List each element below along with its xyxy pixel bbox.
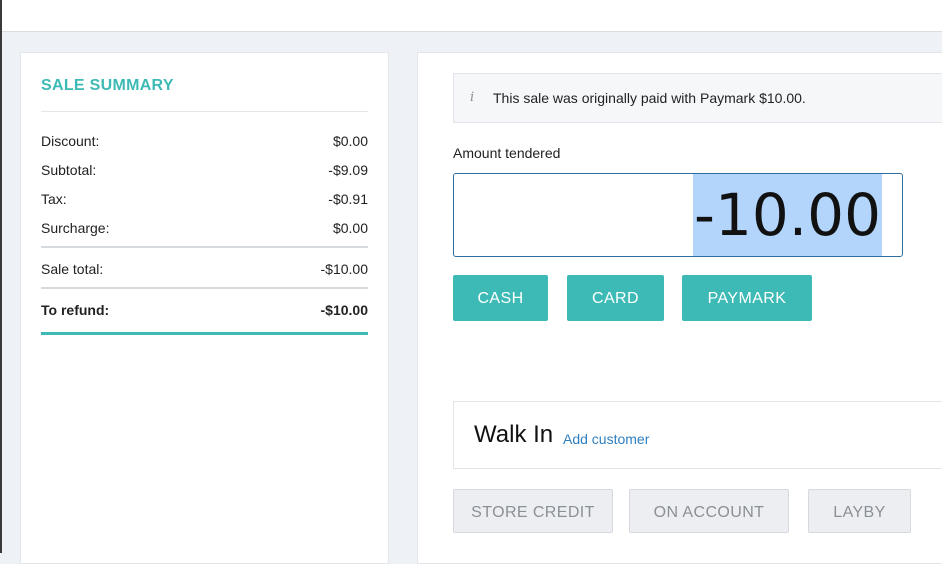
sale-summary-panel: SALE SUMMARY Discount: $0.00 Subtotal: -… (20, 52, 389, 564)
cash-button[interactable]: CASH (453, 275, 548, 321)
sale-total-label: Sale total: (41, 261, 104, 277)
customer-name: Walk In (474, 421, 554, 448)
info-text: This sale was originally paid with Payma… (493, 90, 806, 106)
to-refund-label: To refund: (41, 302, 110, 318)
summary-divider (41, 111, 368, 112)
store-credit-button[interactable]: STORE CREDIT (453, 489, 613, 533)
add-customer-link[interactable]: Add customer (563, 431, 649, 447)
summary-row-sale-total: Sale total: -$10.00 (41, 261, 368, 281)
summary-row-value: -$0.91 (328, 191, 368, 207)
info-banner: i This sale was originally paid with Pay… (453, 73, 942, 123)
sale-total-value: -$10.00 (320, 261, 368, 277)
window-edge (0, 0, 2, 553)
summary-row-value: $0.00 (332, 133, 368, 149)
summary-row-surcharge: Surcharge: $0.00 (41, 220, 368, 240)
summary-row-discount: Discount: $0.00 (41, 133, 368, 153)
summary-row-subtotal: Subtotal: -$9.09 (41, 162, 368, 182)
summary-title: SALE SUMMARY (41, 77, 174, 94)
layby-button[interactable]: LAYBY (808, 489, 911, 533)
summary-divider (41, 287, 368, 289)
on-account-button[interactable]: ON ACCOUNT (629, 489, 789, 533)
summary-row-label: Surcharge: (41, 220, 110, 236)
summary-divider (41, 246, 368, 248)
summary-row-value: -$9.09 (328, 162, 368, 178)
summary-row-value: $0.00 (332, 220, 368, 236)
card-button[interactable]: CARD (567, 275, 664, 321)
summary-row-label: Discount: (41, 133, 100, 149)
summary-row-label: Subtotal: (41, 162, 97, 178)
info-icon: i (470, 90, 475, 105)
to-refund-value: -$10.00 (320, 302, 368, 318)
summary-row-label: Tax: (41, 191, 67, 207)
amount-tendered-value[interactable]: -10.00 (693, 174, 882, 256)
customer-box: Walk In Add customer (453, 401, 942, 469)
amount-tendered-input[interactable]: -10.00 (453, 173, 903, 257)
payment-panel: i This sale was originally paid with Pay… (417, 52, 942, 564)
summary-row-tax: Tax: -$0.91 (41, 191, 368, 211)
paymark-button[interactable]: PAYMARK (682, 275, 812, 321)
top-bar (0, 0, 942, 32)
amount-tendered-label: Amount tendered (453, 145, 561, 161)
summary-row-to-refund: To refund: -$10.00 (41, 302, 368, 322)
summary-accent-rule (41, 332, 368, 335)
